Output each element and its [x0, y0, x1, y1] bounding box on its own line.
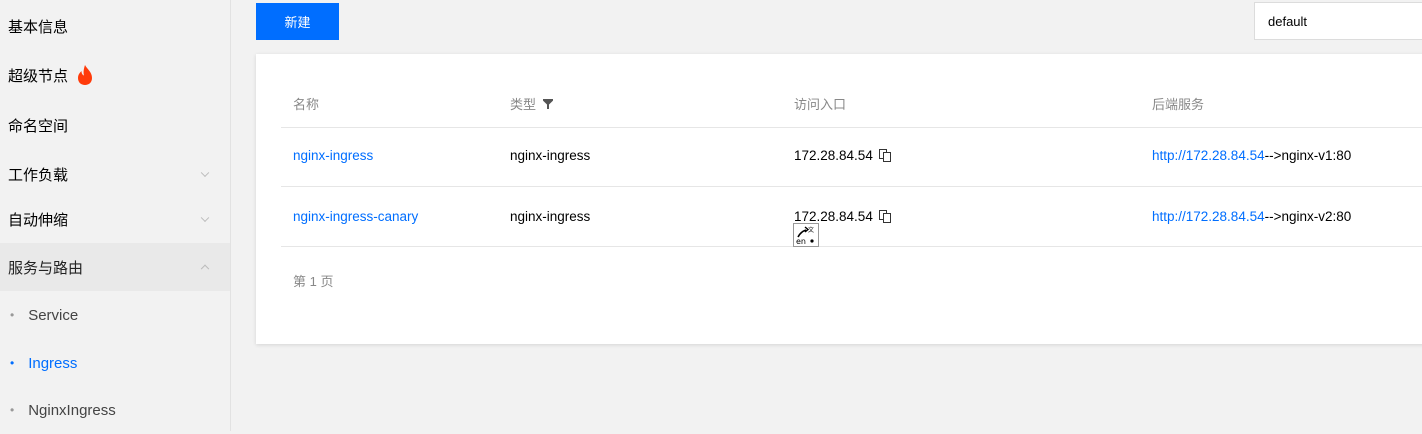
sidebar-subitem-nginxingress[interactable]: • NginxIngress — [0, 386, 230, 434]
sidebar-subitem-label: Service — [28, 306, 79, 324]
bullet-icon: • — [10, 308, 15, 322]
fire-icon — [76, 64, 94, 86]
row-type-cell: nginx-ingress — [510, 209, 591, 224]
sidebar-item-workload[interactable]: 工作负载 — [0, 150, 230, 198]
sidebar-item-service-routing[interactable]: 服务与路由 — [0, 243, 230, 291]
backend-link[interactable]: http://172.28.84.54 — [1152, 148, 1265, 163]
sidebar-item-autoscaling[interactable]: 自动伸缩 — [0, 195, 230, 243]
sidebar: 基本信息 超级节点 命名空间 工作负载 自动伸缩 服务与路由 • Service… — [0, 0, 231, 431]
ingress-table-card: 名称 类型 访问入口 后端服务 nginx-ingress nginx-ingr… — [256, 54, 1422, 344]
chevron-down-icon — [200, 213, 210, 223]
translate-icon[interactable]: 文 en — [793, 223, 819, 247]
row-type-cell: nginx-ingress — [510, 148, 591, 163]
column-header-label: 访问入口 — [794, 97, 847, 112]
sidebar-subitem-label: NginxIngress — [28, 401, 116, 419]
backend-target: -->nginx-v1:80 — [1264, 148, 1352, 163]
sidebar-item-basic-info[interactable]: 基本信息 — [0, 2, 230, 50]
sidebar-item-super-node[interactable]: 超级节点 — [0, 51, 230, 99]
column-header-type: 类型 — [510, 94, 554, 113]
copy-icon[interactable] — [878, 149, 891, 162]
column-header-label: 类型 — [510, 97, 537, 112]
sidebar-item-label: 自动伸缩 — [8, 211, 69, 229]
row-name-cell: nginx-ingress-canary — [293, 209, 418, 224]
filter-icon[interactable] — [543, 98, 554, 109]
column-header-label: 名称 — [293, 97, 320, 112]
copy-icon[interactable] — [878, 210, 891, 223]
divider — [281, 186, 1422, 187]
row-entry-cell: 172.28.84.54 — [794, 209, 891, 224]
divider — [281, 246, 1422, 247]
entry-ip: 172.28.84.54 — [794, 209, 873, 224]
row-backend-cell: http://172.28.84.54 -->nginx-v2:80 — [1152, 209, 1351, 224]
sidebar-subitem-service[interactable]: • Service — [0, 291, 230, 339]
sidebar-subitem-ingress[interactable]: • Ingress — [0, 339, 230, 387]
column-header-label: 后端服务 — [1152, 97, 1205, 112]
column-header-entry: 访问入口 — [794, 94, 846, 113]
sidebar-item-namespace[interactable]: 命名空间 — [0, 101, 230, 149]
sidebar-item-label: 命名空间 — [8, 117, 69, 135]
column-header-name: 名称 — [293, 94, 319, 113]
sidebar-item-label: 基本信息 — [8, 18, 69, 36]
backend-link[interactable]: http://172.28.84.54 — [1152, 209, 1265, 224]
sidebar-item-label: 工作负载 — [8, 166, 69, 184]
sidebar-item-label: 服务与路由 — [8, 259, 84, 277]
row-backend-cell: http://172.28.84.54 -->nginx-v1:80 — [1152, 148, 1351, 163]
chevron-up-icon — [200, 264, 210, 274]
ingress-name-link[interactable]: nginx-ingress-canary — [293, 209, 418, 224]
new-button[interactable]: 新建 — [256, 3, 339, 40]
column-header-backend: 后端服务 — [1152, 94, 1204, 113]
chevron-down-icon — [200, 168, 210, 178]
sidebar-subitem-label: Ingress — [28, 354, 78, 372]
ingress-name-link[interactable]: nginx-ingress — [293, 148, 373, 163]
sidebar-item-label: 超级节点 — [8, 67, 69, 85]
bullet-icon: • — [10, 403, 15, 417]
backend-target: -->nginx-v2:80 — [1264, 209, 1352, 224]
row-entry-cell: 172.28.84.54 — [794, 148, 891, 163]
namespace-select-value: default — [1268, 13, 1308, 29]
entry-ip: 172.28.84.54 — [794, 148, 873, 163]
svg-text:文: 文 — [808, 226, 814, 234]
namespace-select[interactable]: default — [1254, 2, 1422, 40]
pager-label: 第 1 页 — [293, 274, 334, 289]
divider — [281, 127, 1422, 128]
svg-text:en: en — [796, 237, 806, 246]
bullet-icon: • — [10, 356, 15, 370]
row-name-cell: nginx-ingress — [293, 148, 373, 163]
